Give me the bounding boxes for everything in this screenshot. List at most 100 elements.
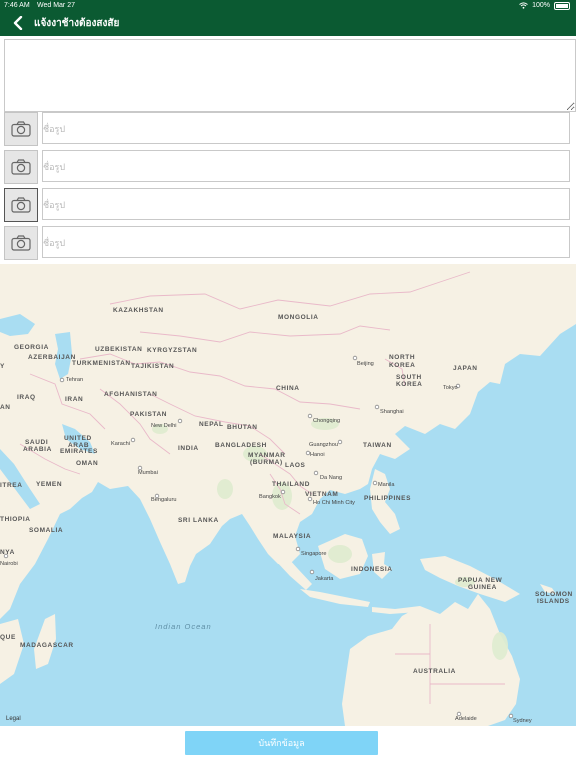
status-bar: 7:46 AM Wed Mar 27 100% — [0, 0, 576, 11]
label-iraq: IRAQ — [17, 394, 36, 401]
label-bangladesh: BANGLADESH — [215, 442, 267, 449]
label-india: INDIA — [178, 445, 199, 452]
label-philippines: PHILIPPINES — [364, 495, 411, 502]
chevron-left-icon — [13, 16, 23, 30]
label-fragment-y: Y — [0, 363, 5, 370]
city-hcmc: Ho Chi Minh City — [313, 500, 355, 506]
label-solomon-1: SOLOMON — [535, 591, 573, 598]
photo-name-field-4[interactable]: ชื่อรูป — [42, 226, 570, 258]
label-uzbekistan: UZBEKISTAN — [95, 346, 142, 353]
city-mumbai: Mumbai — [138, 470, 158, 476]
label-kenya: NYA — [0, 549, 15, 556]
map-canvas: KAZAKHSTAN MONGOLIA GEORGIA AZERBAIJAN U… — [0, 264, 576, 726]
photo-row-2: ชื่อรูป — [4, 150, 572, 184]
status-right: 100% — [519, 0, 570, 11]
photo-name-field-1[interactable]: ชื่อรูป — [42, 112, 570, 144]
label-georgia: GEORGIA — [14, 344, 49, 351]
city-beijing: Beijing — [357, 361, 374, 367]
footer: บันทึกข้อมูล — [0, 726, 576, 768]
city-nairobi: Nairobi — [0, 561, 18, 567]
label-turkmenistan: TURKMENISTAN — [72, 360, 131, 367]
nav-bar: แจ้งงาช้างต้องสงสัย — [0, 11, 576, 36]
battery-percent: 100% — [532, 2, 550, 9]
label-eritrea: ITREA — [0, 482, 23, 489]
camera-button-2[interactable] — [4, 150, 38, 184]
camera-button-4[interactable] — [4, 226, 38, 260]
photo-name-field-2[interactable]: ชื่อรูป — [42, 150, 570, 182]
label-vietnam: VIETNAM — [305, 491, 338, 498]
label-uae-3: EMIRATES — [60, 448, 98, 455]
label-south-korea-1: SOUTH — [396, 374, 422, 381]
photo-row-1: ชื่อรูป — [4, 112, 572, 146]
city-singapore: Singapore — [301, 551, 327, 557]
camera-icon — [11, 197, 31, 213]
camera-icon — [11, 235, 31, 251]
city-adelaide: Adelaide — [455, 716, 477, 722]
label-malaysia: MALAYSIA — [273, 533, 311, 540]
label-iran: IRAN — [65, 396, 83, 403]
label-mozambique: QUE — [0, 634, 16, 641]
label-kyrgyzstan: KYRGYZSTAN — [147, 347, 197, 354]
label-madagascar: MADAGASCAR — [20, 642, 74, 649]
map-legal-link[interactable]: Legal — [6, 716, 21, 722]
label-solomon-2: ISLANDS — [537, 598, 570, 605]
city-manila: Manila — [378, 482, 395, 488]
label-png-2: GUINEA — [468, 584, 497, 591]
back-button[interactable] — [10, 13, 26, 33]
camera-button-1[interactable] — [4, 112, 38, 146]
label-ethiopia: THIOPIA — [0, 516, 31, 523]
label-sri-lanka: SRI LANKA — [178, 517, 219, 524]
label-png-1: PAPUA NEW — [458, 577, 503, 584]
city-new-delhi: New Delhi — [151, 423, 177, 429]
label-australia: AUSTRALIA — [413, 668, 456, 675]
label-bhutan: BHUTAN — [227, 424, 258, 431]
page-title: แจ้งงาช้างต้องสงสัย — [34, 18, 120, 29]
wifi-icon — [519, 2, 528, 9]
label-myanmar-2: (BURMA) — [250, 459, 283, 466]
city-hanoi: Hanoi — [310, 452, 325, 458]
description-textarea[interactable] — [4, 39, 576, 112]
city-jakarta: Jakarta — [315, 576, 334, 582]
label-taiwan: TAIWAN — [363, 442, 392, 449]
city-shanghai: Shanghai — [380, 409, 404, 415]
city-chongqing: Chongqing — [313, 418, 340, 424]
city-karachi: Karachi — [111, 441, 130, 447]
label-indonesia: INDONESIA — [351, 566, 393, 573]
label-myanmar-1: MYANMAR — [248, 452, 286, 459]
label-uae-1: UNITED — [64, 435, 92, 442]
city-sydney: Sydney — [513, 718, 532, 724]
label-nepal: NEPAL — [199, 421, 224, 428]
label-mongolia: MONGOLIA — [278, 314, 319, 321]
status-date: Wed Mar 27 — [37, 2, 75, 9]
camera-button-3[interactable] — [4, 188, 38, 222]
photo-name-field-3[interactable]: ชื่อรูป — [42, 188, 570, 220]
photo-row-3: ชื่อรูป — [4, 188, 572, 222]
map-view[interactable]: KAZAKHSTAN MONGOLIA GEORGIA AZERBAIJAN U… — [0, 264, 576, 726]
camera-icon — [11, 121, 31, 137]
city-da-nang: Da Nang — [320, 475, 342, 481]
save-button[interactable]: บันทึกข้อมูล — [185, 731, 378, 755]
label-yemen: YEMEN — [36, 481, 62, 488]
label-pakistan: PAKISTAN — [130, 411, 167, 418]
label-saudi-1: SAUDI — [25, 439, 48, 446]
camera-icon — [11, 159, 31, 175]
label-thailand: THAILAND — [272, 481, 310, 488]
label-laos: LAOS — [285, 462, 306, 469]
ocean-label: Indian Ocean — [155, 622, 212, 631]
photo-row-4: ชื่อรูป — [4, 226, 572, 260]
label-afghanistan: AFGHANISTAN — [104, 391, 157, 398]
label-china: CHINA — [276, 385, 300, 392]
label-north-korea-2: KOREA — [389, 362, 415, 369]
label-saudi-2: ARABIA — [23, 446, 52, 453]
label-oman: OMAN — [76, 460, 98, 467]
label-japan: JAPAN — [453, 365, 478, 372]
label-south-korea-2: KOREA — [396, 381, 422, 388]
label-tajikistan: TAJIKISTAN — [131, 363, 174, 370]
label-kazakhstan: KAZAKHSTAN — [113, 307, 164, 314]
city-tehran: Tehran — [66, 377, 83, 383]
battery-icon — [554, 1, 570, 10]
status-time: 7:46 AM — [4, 2, 30, 9]
city-bengaluru: Bengaluru — [151, 497, 177, 503]
label-north-korea-1: NORTH — [389, 354, 415, 361]
city-bangkok: Bangkok — [259, 494, 281, 500]
